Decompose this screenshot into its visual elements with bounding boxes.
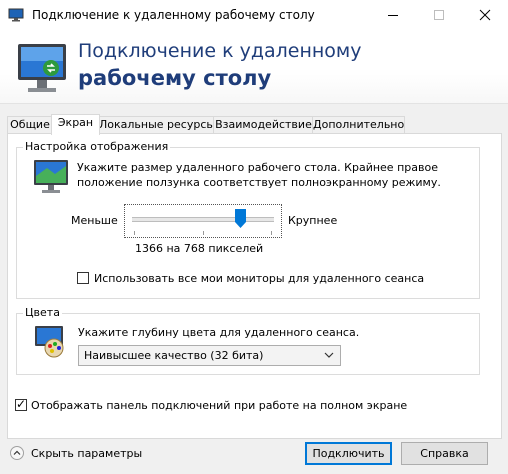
tab-label: Дополнительно xyxy=(313,118,405,131)
colors-group: Цвета Укажите глубину цвета для удаленно… xyxy=(16,306,480,375)
maximize-icon xyxy=(434,10,444,20)
display-monitor-icon xyxy=(34,160,68,193)
header-banner: Подключение к удаленному рабочему столу xyxy=(0,30,508,104)
header-title-line2: рабочему столу xyxy=(78,66,272,90)
color-depth-select-value: Наивысшее качество (32 бита) xyxy=(84,349,264,362)
slider-thumb[interactable] xyxy=(235,209,247,229)
slider-tick xyxy=(203,231,204,235)
slider-tick xyxy=(271,231,272,235)
maximize-button[interactable] xyxy=(416,0,462,30)
header-title-line1: Подключение к удаленному xyxy=(78,40,362,62)
checkmark-icon: ✓ xyxy=(16,397,27,411)
hide-options-toggle[interactable] xyxy=(10,446,24,460)
help-button-label: Справка xyxy=(420,447,469,460)
tab-experience[interactable]: Взаимодействие xyxy=(213,116,314,134)
tab-label: Локальные ресурсы xyxy=(99,118,216,131)
tab-general[interactable]: Общие xyxy=(7,116,53,134)
hide-options-label[interactable]: Скрыть параметры xyxy=(31,447,142,460)
title-bar: Подключение к удаленному рабочему столу xyxy=(0,0,508,30)
color-depth-select[interactable]: Наивысшее качество (32 бита) xyxy=(78,345,341,366)
display-description-line2: положение ползунка соответствует полноэк… xyxy=(77,176,441,189)
colors-description: Укажите глубину цвета для удаленного сеа… xyxy=(78,326,360,339)
minimize-button[interactable] xyxy=(370,0,416,30)
group-legend-colors: Цвета xyxy=(23,306,62,319)
remote-desktop-monitor-icon xyxy=(18,44,66,92)
all-monitors-label[interactable]: Использовать все мои мониторы для удален… xyxy=(94,272,424,285)
connect-button-label: Подключить xyxy=(312,447,385,460)
minimize-icon xyxy=(388,15,398,16)
tab-label: Экран xyxy=(57,116,94,129)
tab-local-resources[interactable]: Локальные ресурсы xyxy=(98,116,215,134)
slider-track xyxy=(132,217,274,222)
slider-max-label: Крупнее xyxy=(288,214,338,227)
resolution-value-text: 1366 на 768 пикселей xyxy=(135,242,264,255)
color-depth-icon xyxy=(35,326,64,358)
close-button[interactable] xyxy=(462,0,508,30)
display-description-line1: Укажите размер удаленного рабочего стола… xyxy=(77,161,438,174)
window-title: Подключение к удаленному рабочему столу xyxy=(32,8,315,22)
resolution-slider[interactable] xyxy=(124,204,282,238)
group-legend-display: Настройка отображения xyxy=(23,140,171,153)
close-icon xyxy=(479,9,491,21)
tab-display[interactable]: Экран xyxy=(51,114,100,135)
all-monitors-checkbox[interactable] xyxy=(77,272,89,284)
remote-desktop-app-icon xyxy=(8,8,24,22)
connection-bar-label[interactable]: Отображать панель подключений при работе… xyxy=(31,399,407,412)
chevron-down-icon xyxy=(324,352,334,358)
chevron-up-icon xyxy=(13,450,21,455)
connect-button[interactable]: Подключить xyxy=(305,442,392,465)
display-settings-group: Настройка отображения Укажите размер уда… xyxy=(16,140,480,299)
help-button[interactable]: Справка xyxy=(401,442,488,465)
tab-advanced[interactable]: Дополнительно xyxy=(312,116,405,134)
tab-panel-display: Настройка отображения Укажите размер уда… xyxy=(7,133,502,439)
connection-bar-checkbox[interactable]: ✓ xyxy=(15,397,27,411)
slider-min-label: Меньше xyxy=(71,214,118,227)
tab-label: Взаимодействие xyxy=(215,118,312,131)
slider-tick xyxy=(134,231,135,235)
tab-label: Общие xyxy=(10,118,50,131)
